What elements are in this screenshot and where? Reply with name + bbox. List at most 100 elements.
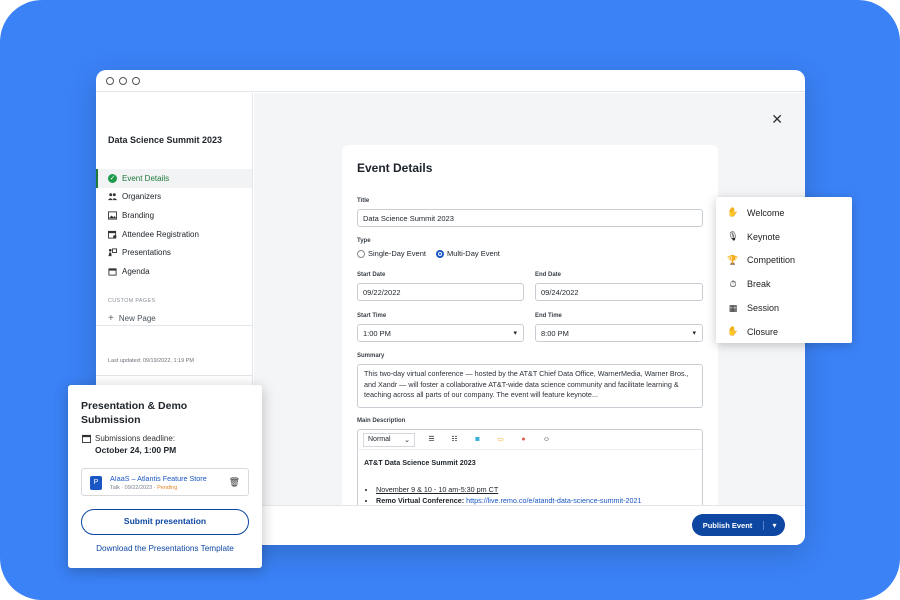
- summary-textarea[interactable]: This two-day virtual conference — hosted…: [357, 364, 703, 408]
- dropdown-item-label: Closure: [747, 326, 779, 337]
- end-date-input[interactable]: 09/24/2022: [535, 283, 703, 301]
- sidebar-item-label: Organizers: [122, 192, 162, 202]
- publish-event-button[interactable]: Publish Event ▾: [692, 514, 785, 536]
- end-date-label: End Date: [535, 272, 562, 278]
- start-time-value: 1:00 PM: [363, 328, 391, 338]
- deadline-value: October 24, 1:00 PM: [95, 445, 177, 455]
- new-page-button[interactable]: + New Page: [108, 313, 156, 324]
- title-input[interactable]: Data Science Summit 2023: [357, 209, 703, 227]
- timer-icon: ⏱: [729, 278, 737, 289]
- dropdown-item-break[interactable]: ⏱ Break: [716, 272, 852, 296]
- status-badge: Pending: [157, 485, 178, 491]
- video-icon[interactable]: ▭: [494, 433, 507, 446]
- format-select[interactable]: Normal ⌄: [363, 432, 415, 447]
- dropdown-item-label: Competition: [747, 255, 796, 266]
- dropdown-item-competition[interactable]: 🏆 Competition: [716, 249, 852, 273]
- trash-icon[interactable]: 🗑: [229, 477, 240, 488]
- people-icon: [108, 193, 117, 201]
- end-time-select[interactable]: 8:00 PM ▾: [535, 324, 703, 342]
- sidebar-item-agenda[interactable]: Agenda: [96, 262, 252, 281]
- radio-single-day[interactable]: Single-Day Event: [357, 249, 426, 259]
- dropdown-item-label: Break: [747, 279, 771, 290]
- deadline-label-text: Submissions deadline:: [95, 434, 176, 443]
- editor-toolbar: Normal ⌄ ☰ ☷ ◙ ▭ ● ☺: [358, 430, 702, 450]
- window-titlebar: [96, 70, 805, 92]
- radio-label: Multi-Day Event: [446, 249, 500, 258]
- presenter-icon: [108, 248, 117, 257]
- divider: [96, 375, 253, 376]
- event-details-card: Event Details Title Data Science Summit …: [342, 145, 718, 545]
- dropdown-item-label: Welcome: [747, 207, 785, 218]
- download-template-link[interactable]: Download the Presentations Template: [68, 544, 262, 553]
- calendar-user-icon: [108, 230, 117, 239]
- submission-popup: Presentation & Demo Submission Submissio…: [68, 385, 262, 568]
- divider: [96, 325, 253, 326]
- numbered-list-icon[interactable]: ☷: [448, 433, 461, 446]
- check-circle-icon: ✓: [108, 173, 117, 183]
- caret-down-icon: ▾: [513, 330, 517, 337]
- submit-presentation-button[interactable]: Submit presentation: [81, 509, 249, 535]
- sidebar-item-label: Event Details: [122, 173, 170, 183]
- format-value: Normal: [368, 436, 391, 443]
- file-name[interactable]: AIaaS – Atlantis Feature Store: [110, 474, 207, 483]
- submission-file-card[interactable]: P AIaaS – Atlantis Feature Store Talk · …: [81, 468, 249, 496]
- attachment-icon[interactable]: ●: [517, 433, 530, 446]
- radio-label: Single-Day Event: [368, 249, 426, 258]
- window-dot-icon[interactable]: [119, 76, 127, 85]
- sidebar-item-label: Presentations: [122, 248, 171, 258]
- sidebar-item-presentations[interactable]: Presentations: [96, 243, 252, 262]
- bullet-list-icon[interactable]: ☰: [425, 433, 438, 446]
- end-time-label: End Time: [535, 313, 562, 319]
- list-item: Remo Virtual Conference: https://live.re…: [376, 496, 696, 505]
- footer-bar: Publish Event ▾: [254, 505, 805, 545]
- type-radio-group: Single-Day Event Multi-Day Event: [357, 249, 500, 259]
- close-icon[interactable]: ✕: [771, 111, 783, 128]
- card-title: Event Details: [357, 161, 433, 175]
- waving-hand-icon: ✋: [727, 207, 739, 218]
- sidebar-item-label: Agenda: [122, 266, 150, 276]
- caret-down-icon[interactable]: ▾: [763, 520, 785, 530]
- sidebar-item-branding[interactable]: Branding: [96, 206, 252, 225]
- sidebar-item-label: Branding: [122, 210, 155, 220]
- dropdown-item-keynote[interactable]: 🎙 Keynote: [716, 225, 852, 249]
- dropdown-item-welcome[interactable]: ✋ Welcome: [716, 201, 852, 225]
- sidebar-item-organizers[interactable]: Organizers: [96, 188, 252, 207]
- emoji-icon[interactable]: ☺: [540, 433, 553, 446]
- dropdown-item-label: Session: [747, 303, 780, 314]
- calendar-icon: [82, 434, 91, 443]
- popup-title: Presentation & Demo Submission: [81, 400, 188, 426]
- start-date-input[interactable]: 09/22/2022: [357, 283, 524, 301]
- radio-multi-day[interactable]: Multi-Day Event: [435, 249, 500, 259]
- dropdown-item-label: Keynote: [747, 231, 781, 242]
- dropdown-item-closure[interactable]: ✋ Closure: [716, 320, 852, 344]
- custom-pages-label: CUSTOM PAGES: [108, 298, 156, 304]
- window-dot-icon[interactable]: [106, 76, 114, 85]
- publish-label: Publish Event: [702, 520, 753, 530]
- last-updated: Last updated: 09/19/2022, 1:19 PM: [108, 358, 194, 364]
- sidebar-nav: ✓ Event Details Organizers Branding Atte…: [96, 169, 252, 281]
- plus-icon: +: [108, 313, 114, 324]
- remo-link[interactable]: https://live.remo.co/e/atandt-data-scien…: [466, 496, 641, 505]
- new-page-label: New Page: [118, 314, 156, 323]
- editor-list: November 9 & 10 - 10 am-5:30 pm CT Remo …: [364, 485, 696, 505]
- microphone-icon: 🎙: [727, 231, 739, 242]
- deadline-label: Submissions deadline:: [82, 434, 175, 443]
- file-type: Talk: [110, 485, 120, 491]
- dropdown-item-session[interactable]: ▦ Session: [716, 296, 852, 320]
- start-date-label: Start Date: [357, 272, 386, 278]
- sidebar-item-attendee-registration[interactable]: Attendee Registration: [96, 225, 252, 244]
- list-item-label: Remo Virtual Conference:: [376, 496, 465, 505]
- window-dot-icon[interactable]: [132, 76, 140, 85]
- sidebar-item-event-details[interactable]: ✓ Event Details: [96, 169, 252, 188]
- camera-icon[interactable]: ◙: [471, 433, 484, 446]
- type-label: Type: [357, 238, 371, 244]
- start-time-select[interactable]: 1:00 PM ▾: [357, 324, 524, 342]
- powerpoint-file-icon: P: [90, 476, 102, 490]
- end-time-value: 8:00 PM: [541, 328, 569, 338]
- file-date: 09/22/2023: [124, 485, 153, 491]
- list-item: November 9 & 10 - 10 am-5:30 pm CT: [376, 485, 696, 494]
- radio-icon: [357, 250, 365, 259]
- radio-selected-icon: [435, 250, 444, 259]
- sidebar-item-label: Attendee Registration: [122, 229, 199, 239]
- summary-label: Summary: [357, 353, 385, 359]
